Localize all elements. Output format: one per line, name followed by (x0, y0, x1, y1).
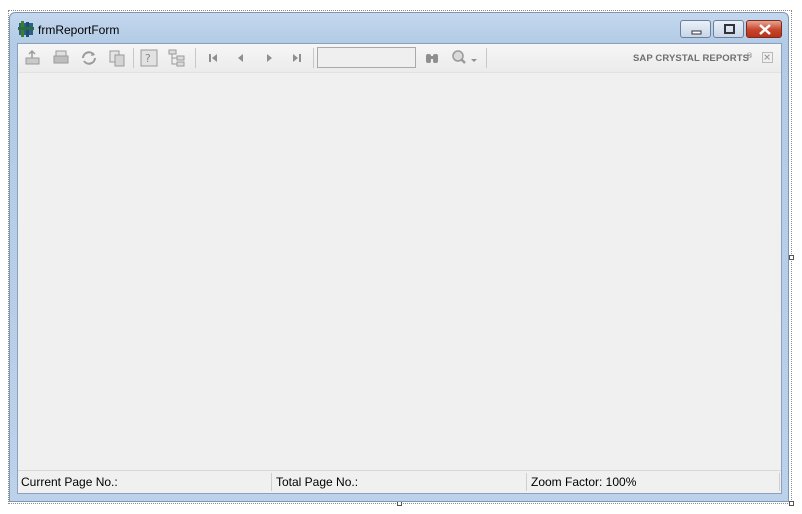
next-page-icon[interactable] (260, 49, 278, 67)
maximize-icon (724, 24, 735, 34)
export-icon[interactable] (24, 49, 42, 67)
crystal-report-viewer: ? SAP CRYSTAL REPORTS ® Current Page No.… (17, 43, 782, 494)
first-page-icon[interactable] (204, 49, 222, 67)
refresh-icon[interactable] (80, 49, 98, 67)
previous-page-icon[interactable] (232, 49, 250, 67)
maximize-button[interactable] (713, 20, 744, 38)
brand-label: SAP CRYSTAL REPORTS (633, 53, 750, 64)
toolbar-separator (133, 48, 134, 68)
toolbar-separator (195, 48, 196, 68)
close-icon (759, 24, 771, 35)
print-icon[interactable] (52, 49, 70, 67)
goto-page-input[interactable] (317, 47, 416, 68)
minimize-icon (691, 30, 702, 35)
find-icon[interactable] (423, 49, 441, 67)
report-form-window: frmReportForm ? SAP CRYSTAL REPORTS ® Cu… (9, 12, 789, 502)
total-page-status: Total Page No.: (273, 473, 527, 491)
toolbar-separator (313, 48, 314, 68)
zoom-status: Zoom Factor: 100% (528, 473, 780, 491)
close-button[interactable] (746, 20, 782, 38)
zoom-icon[interactable] (450, 49, 480, 67)
help-icon[interactable]: ? (140, 49, 158, 67)
minimize-button[interactable] (680, 20, 711, 38)
resize-grip-corner[interactable] (789, 501, 794, 506)
close-tab-icon[interactable] (762, 52, 773, 63)
viewer-toolbar: ? SAP CRYSTAL REPORTS ® (18, 44, 781, 73)
window-title: frmReportForm (38, 23, 120, 37)
registered-mark: ® (746, 52, 753, 60)
current-page-status: Current Page No.: (18, 473, 272, 491)
status-bar: Current Page No.: Total Page No.: Zoom F… (18, 470, 781, 493)
report-page-area[interactable] (18, 73, 781, 469)
group-tree-icon[interactable] (168, 49, 186, 67)
last-page-icon[interactable] (288, 49, 306, 67)
app-icon (18, 21, 34, 37)
svg-text:?: ? (145, 52, 151, 65)
copy-icon[interactable] (108, 49, 126, 67)
toolbar-separator (486, 48, 487, 68)
resize-grip-right[interactable] (789, 255, 794, 260)
title-bar[interactable]: frmReportForm (10, 13, 788, 43)
